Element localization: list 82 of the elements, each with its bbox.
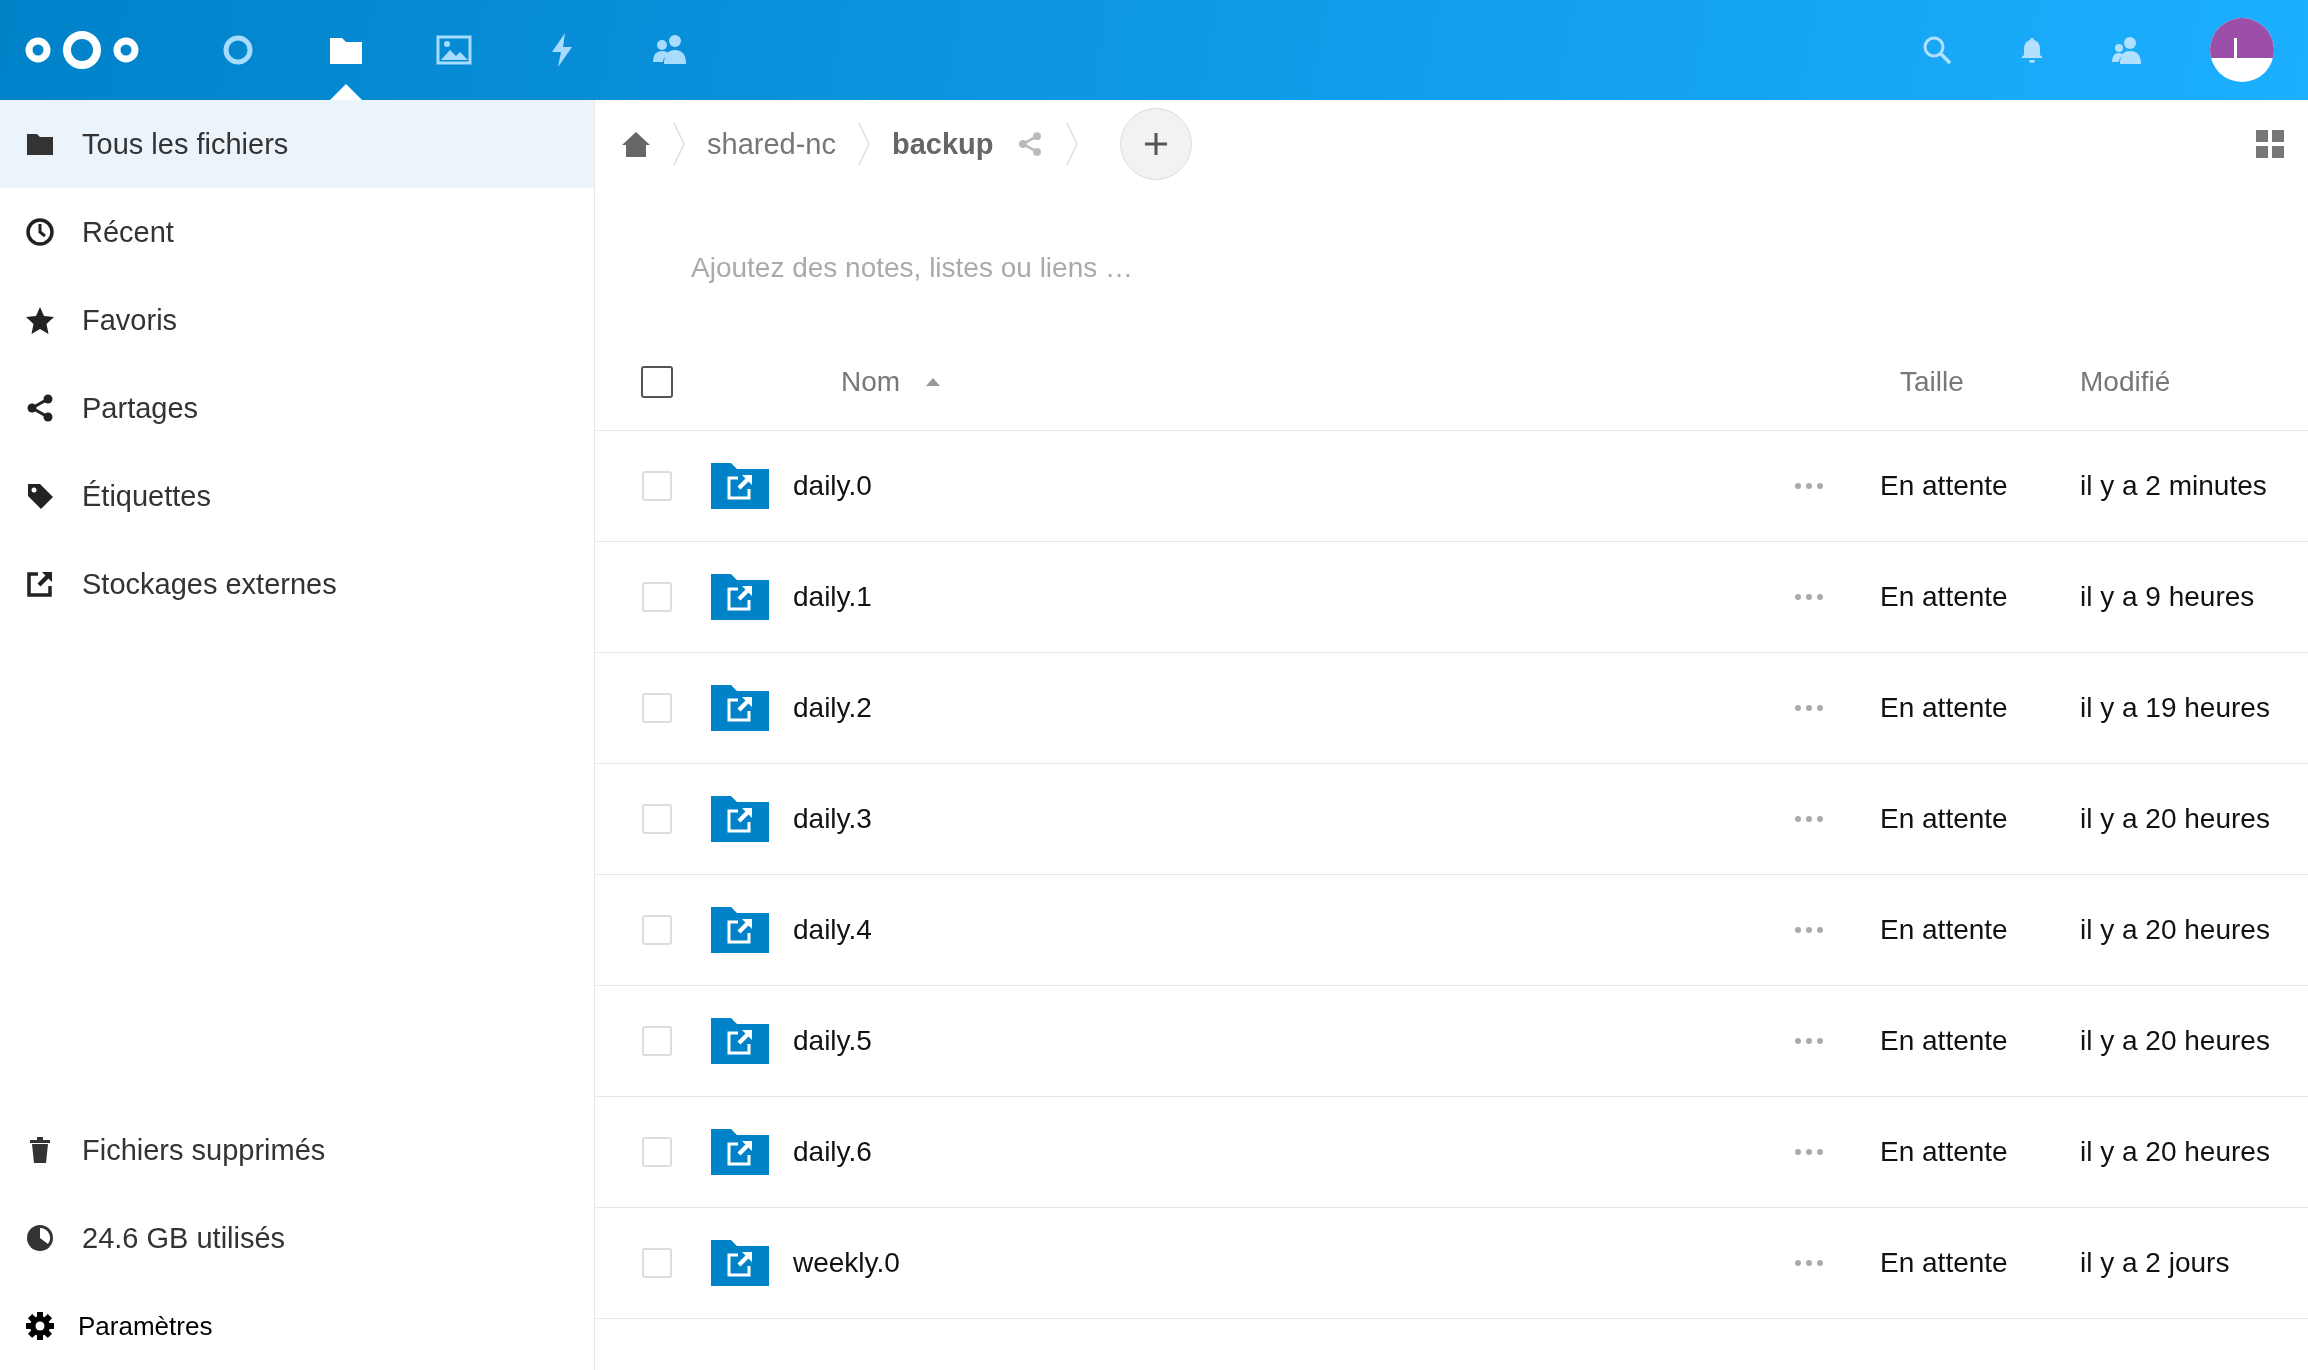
- column-header[interactable]: Taille: [1900, 366, 2080, 398]
- file-size: En attente: [1880, 692, 2009, 724]
- file-row[interactable]: daily.5 En attente il y a 20 heures: [595, 986, 2308, 1097]
- file-size: En attente: [1880, 803, 2009, 835]
- file-name[interactable]: daily.4: [791, 914, 1794, 946]
- file-size: En attente: [1880, 914, 2009, 946]
- modified-date: il y a 19 heures: [2080, 692, 2271, 724]
- select-all-checkbox[interactable]: [641, 366, 673, 398]
- more-icon[interactable]: [1794, 926, 1824, 934]
- column-header[interactable]: Modifié: [2080, 366, 2308, 398]
- file-row[interactable]: weekly.0 En attente il y a 2 jours: [595, 1208, 2308, 1319]
- file-row[interactable]: daily.1 En attente il y a 9 heures: [595, 542, 2308, 653]
- breadcrumb-link[interactable]: backup: [891, 127, 994, 161]
- more-icon[interactable]: [1794, 1259, 1824, 1267]
- shared-folder-icon: [711, 574, 769, 620]
- file-row[interactable]: daily.2 En attente il y a 19 heures: [595, 653, 2308, 764]
- contacts-icon[interactable]: [2112, 36, 2142, 64]
- file-name[interactable]: daily.0: [791, 470, 1794, 502]
- modified-date: il y a 2 minutes: [2080, 470, 2268, 502]
- breadcrumb-separator: [1065, 122, 1078, 166]
- column-header[interactable]: Nom: [791, 366, 1900, 398]
- pie-chart-icon: [24, 1222, 56, 1254]
- sidebar-item[interactable]: Stockages externes: [0, 540, 594, 628]
- row-checkbox[interactable]: [642, 915, 672, 945]
- modified-date: il y a 2 jours: [2080, 1247, 2231, 1279]
- sidebar-item[interactable]: Favoris: [0, 276, 594, 364]
- more-icon[interactable]: [1794, 482, 1824, 490]
- file-name[interactable]: weekly.0: [791, 1247, 1794, 1279]
- file-size: En attente: [1880, 470, 2009, 502]
- breadcrumb-separator: [857, 122, 870, 166]
- file-name[interactable]: daily.1: [791, 581, 1794, 613]
- file-name[interactable]: daily.3: [791, 803, 1794, 835]
- shared-folder-icon: [711, 907, 769, 953]
- file-name[interactable]: daily.6: [791, 1136, 1794, 1168]
- modified-date: il y a 20 heures: [2080, 914, 2271, 946]
- file-size: En attente: [1880, 1247, 2009, 1279]
- sidebar-item[interactable]: Fichiers supprimés: [0, 1106, 594, 1194]
- more-icon[interactable]: [1794, 1037, 1824, 1045]
- grid-view-icon[interactable]: [2256, 130, 2284, 158]
- breadcrumb-link[interactable]: shared-nc: [707, 127, 836, 161]
- row-checkbox[interactable]: [642, 693, 672, 723]
- shared-folder-icon: [711, 1018, 769, 1064]
- quota-item[interactable]: 24.6 GB utilisés: [0, 1194, 594, 1282]
- sidebar-item[interactable]: Tous les fichiers: [0, 100, 594, 188]
- shared-folder-icon: [711, 1129, 769, 1175]
- modified-date: il y a 20 heures: [2080, 1136, 2271, 1168]
- shared-folder-icon: [711, 1240, 769, 1286]
- home-icon[interactable]: [621, 130, 651, 158]
- file-name[interactable]: daily.5: [791, 1025, 1794, 1057]
- row-checkbox[interactable]: [642, 1026, 672, 1056]
- file-row[interactable]: daily.4 En attente il y a 20 heures: [595, 875, 2308, 986]
- row-checkbox[interactable]: [642, 471, 672, 501]
- row-checkbox[interactable]: [642, 1137, 672, 1167]
- sidebar-item[interactable]: Étiquettes: [0, 452, 594, 540]
- shared-folder-icon: [711, 685, 769, 731]
- sidebar-item[interactable]: Récent: [0, 188, 594, 276]
- file-size: En attente: [1880, 1136, 2009, 1168]
- search-icon[interactable]: [1922, 35, 1952, 65]
- shared-folder-icon: [711, 796, 769, 842]
- settings-icon: [24, 1310, 56, 1342]
- file-row[interactable]: daily.6 En attente il y a 20 heures: [595, 1097, 2308, 1208]
- sidebar-item[interactable]: Partages: [0, 364, 594, 452]
- breadcrumb-separator: [673, 122, 685, 166]
- row-checkbox[interactable]: [642, 1248, 672, 1278]
- more-icon[interactable]: [1794, 704, 1824, 712]
- row-checkbox[interactable]: [642, 582, 672, 612]
- modified-date: il y a 9 heures: [2080, 581, 2256, 613]
- file-row[interactable]: daily.3 En attente il y a 20 heures: [595, 764, 2308, 875]
- file-row[interactable]: daily.0 En attente il y a 2 minutes: [595, 431, 2308, 542]
- more-icon[interactable]: [1794, 815, 1824, 823]
- more-icon[interactable]: [1794, 1148, 1824, 1156]
- shared-folder-icon: [711, 463, 769, 509]
- file-size: En attente: [1880, 1025, 2009, 1057]
- modified-date: il y a 20 heures: [2080, 1025, 2271, 1057]
- clock-icon: [24, 216, 56, 248]
- bell-icon[interactable]: [2020, 37, 2044, 63]
- more-icon[interactable]: [1794, 593, 1824, 601]
- modified-date: il y a 20 heures: [2080, 803, 2271, 835]
- file-name[interactable]: daily.2: [791, 692, 1794, 724]
- settings-item[interactable]: Paramètres: [0, 1282, 594, 1370]
- file-size: En attente: [1880, 581, 2009, 613]
- row-checkbox[interactable]: [642, 804, 672, 834]
